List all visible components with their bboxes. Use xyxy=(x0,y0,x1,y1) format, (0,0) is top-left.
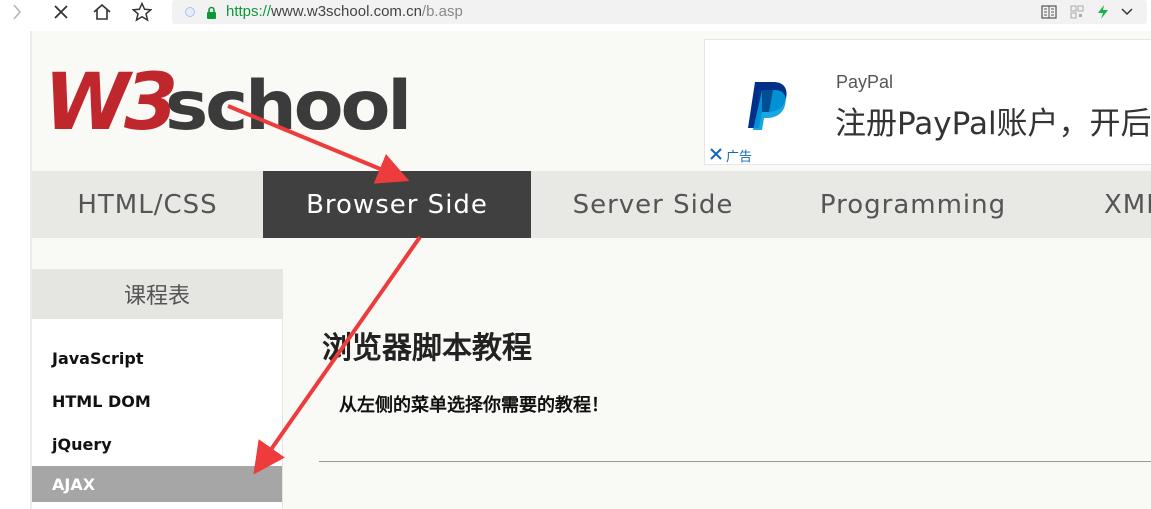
nav-item-html-css[interactable]: HTML/CSS xyxy=(32,171,263,238)
site-info-icon[interactable] xyxy=(185,7,195,17)
w3school-logo[interactable]: W3 school xyxy=(44,58,424,148)
nav-item-server-side[interactable]: Server Side xyxy=(531,171,775,238)
close-icon xyxy=(53,4,69,20)
sidebar-item-ajax[interactable]: AJAX xyxy=(32,466,282,502)
nav-item-xml[interactable]: XML xyxy=(1104,171,1151,238)
url-scheme: https:// xyxy=(226,3,272,20)
page-description: 从左侧的菜单选择你需要的教程！ xyxy=(339,395,609,416)
sidebar-title: 课程表 xyxy=(32,269,282,319)
ad-tag-label: 广告 xyxy=(726,150,753,165)
bookmark-button[interactable] xyxy=(128,0,156,24)
chevron-down-icon[interactable] xyxy=(1120,4,1134,24)
url-text[interactable]: https://www.w3school.com.cn/b.asp xyxy=(226,3,463,20)
lock-icon xyxy=(206,5,217,24)
paypal-logo-icon xyxy=(745,80,791,134)
ad-tag[interactable]: 广告 xyxy=(709,146,752,165)
advertisement[interactable]: PayPal 注册PayPal账户，开后 广告 xyxy=(704,39,1151,165)
url-host: www.w3school.com.cn xyxy=(271,3,422,20)
main-nav: HTML/CSS Browser Side Server Side Progra… xyxy=(32,171,1151,238)
sidebar: 课程表 JavaScript HTML DOM jQuery AJAX xyxy=(32,269,283,509)
divider xyxy=(319,461,1151,462)
url-path: /b.asp xyxy=(421,3,463,20)
star-icon xyxy=(132,2,152,22)
svg-text:school: school xyxy=(165,67,409,141)
ad-headline: 注册PayPal账户，开后 xyxy=(835,106,1151,142)
sidebar-item-html-dom[interactable]: HTML DOM xyxy=(32,380,282,423)
stop-button[interactable] xyxy=(48,0,74,24)
reader-mode-icon[interactable] xyxy=(1041,4,1057,24)
home-button[interactable] xyxy=(88,0,116,24)
sidebar-item-javascript[interactable]: JavaScript xyxy=(32,337,282,380)
qr-code-icon[interactable] xyxy=(1070,4,1084,24)
ad-brand: PayPal xyxy=(836,72,894,92)
chevron-right-icon xyxy=(11,3,23,21)
nav-item-programming[interactable]: Programming xyxy=(775,171,1051,238)
page-title: 浏览器脚本教程 xyxy=(322,331,532,366)
home-icon xyxy=(92,3,112,21)
close-icon[interactable] xyxy=(709,147,723,165)
svg-text:W3: W3 xyxy=(44,59,174,141)
browser-toolbar: https://www.w3school.com.cn/b.asp xyxy=(0,0,1151,26)
sidebar-item-jquery[interactable]: jQuery xyxy=(32,423,282,466)
address-bar[interactable]: https://www.w3school.com.cn/b.asp xyxy=(172,0,1147,24)
nav-item-browser-side[interactable]: Browser Side xyxy=(263,171,531,238)
lightning-icon[interactable] xyxy=(1097,4,1109,24)
forward-button[interactable] xyxy=(6,0,28,24)
sidebar-list: JavaScript HTML DOM jQuery AJAX xyxy=(32,319,282,502)
webpage: W3 school PayPal 注册PayPal账户，开后 广告 HTML/C… xyxy=(32,31,1151,509)
